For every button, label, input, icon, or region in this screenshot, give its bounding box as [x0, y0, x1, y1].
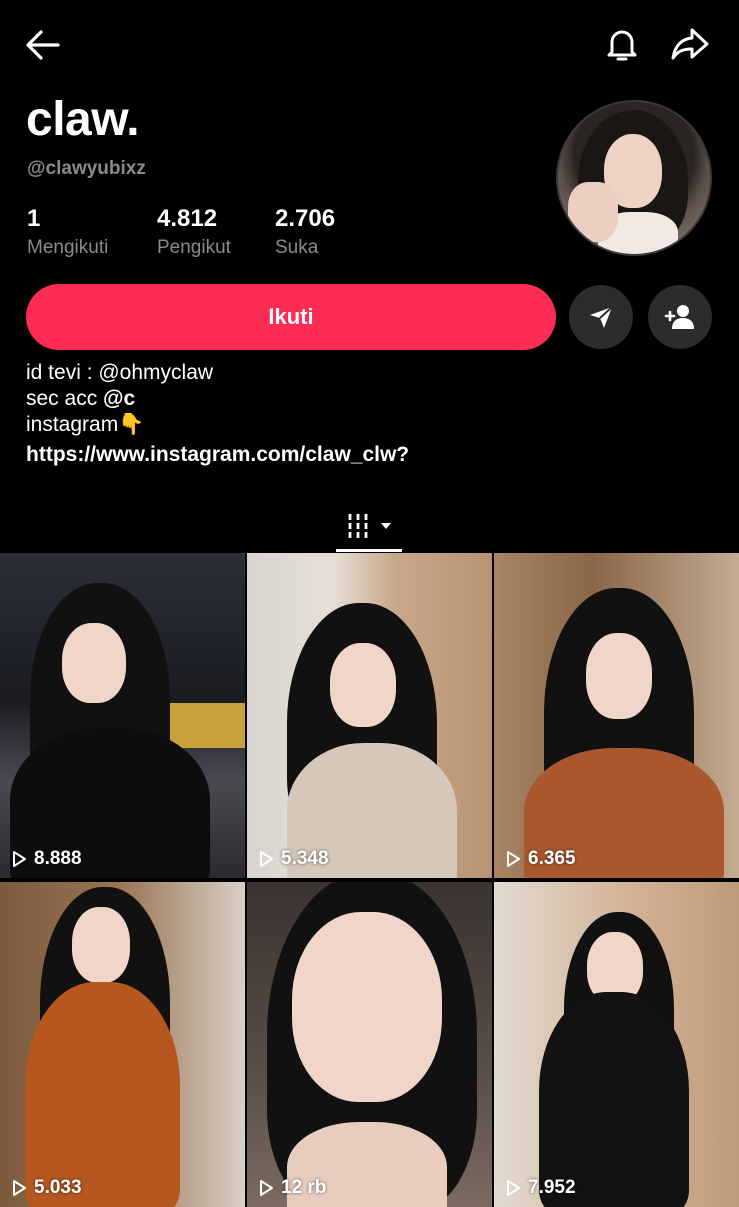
view-count-text: 5.033: [34, 1177, 82, 1198]
message-button[interactable]: [569, 285, 633, 349]
add-friend-button[interactable]: [648, 285, 712, 349]
stat-following[interactable]: 1 Mengikuti: [27, 205, 108, 259]
profile-avatar[interactable]: [556, 100, 712, 256]
view-count-text: 8.888: [34, 848, 82, 869]
follow-button[interactable]: Ikuti: [26, 284, 556, 350]
person-body: [25, 982, 180, 1207]
view-count: 5.348: [257, 848, 329, 870]
person-face: [292, 912, 442, 1102]
avatar-hand: [568, 182, 618, 242]
play-icon: [507, 851, 520, 867]
grid-icon: [348, 514, 368, 538]
video-thumbnail[interactable]: 8.888: [0, 553, 245, 878]
person-face: [62, 623, 126, 703]
play-icon: [260, 851, 273, 867]
view-count-text: 7.952: [528, 1177, 576, 1198]
video-grid: 8.888 5.348 6.365 5.033 12 rb 7.952: [0, 553, 739, 1207]
share-button[interactable]: [668, 22, 712, 66]
person-body: [539, 992, 689, 1207]
likes-count: 2.706: [275, 205, 336, 232]
stat-likes[interactable]: 2.706 Suka: [275, 205, 335, 259]
likes-label: Suka: [275, 237, 319, 258]
following-label: Mengikuti: [27, 237, 109, 258]
share-arrow-icon: [671, 28, 709, 60]
view-count: 12 rb: [257, 1177, 326, 1199]
video-thumbnail[interactable]: 5.348: [247, 553, 492, 878]
bio-line-2: sec acc @c: [26, 386, 409, 412]
view-count: 7.952: [504, 1177, 576, 1199]
caret-down-icon: [381, 523, 391, 529]
bio-mention[interactable]: @c: [103, 387, 135, 410]
view-count-text: 12 rb: [281, 1177, 327, 1198]
bio-line-3-text: instagram: [26, 413, 119, 436]
video-thumbnail[interactable]: 7.952: [494, 882, 739, 1207]
view-count: 8.888: [10, 848, 82, 870]
play-icon: [13, 1180, 26, 1196]
video-thumbnail[interactable]: 12 rb: [247, 882, 492, 1207]
tab-videos[interactable]: [336, 500, 402, 552]
bio-line-2-text: sec acc: [26, 387, 104, 410]
view-count: 6.365: [504, 848, 576, 870]
followers-count: 4.812: [157, 205, 218, 232]
bio-line-1: id tevi : @ohmyclaw: [26, 361, 214, 384]
video-thumbnail[interactable]: 5.033: [0, 882, 245, 1207]
arrow-left-icon: [26, 30, 60, 60]
display-name: claw.: [26, 93, 140, 146]
view-count-text: 5.348: [281, 848, 329, 869]
tab-active-indicator: [336, 549, 402, 552]
add-user-icon: [664, 305, 694, 329]
person-face: [72, 907, 130, 983]
play-icon: [13, 851, 26, 867]
person-face: [330, 643, 396, 727]
play-icon: [507, 1180, 520, 1196]
person-face: [586, 633, 652, 719]
stat-followers[interactable]: 4.812 Pengikut: [157, 205, 231, 259]
following-count: 1: [27, 205, 41, 232]
username: @clawyubixz: [27, 158, 146, 179]
top-bar: [0, 0, 739, 90]
view-count: 5.033: [10, 1177, 82, 1199]
video-thumbnail[interactable]: 6.365: [494, 553, 739, 878]
play-icon: [260, 1180, 273, 1196]
notification-bell-button[interactable]: [600, 22, 644, 66]
bio-line-3: instagram👇: [26, 412, 409, 438]
send-message-icon: [590, 306, 613, 328]
bell-icon: [607, 30, 637, 61]
pointing-down-emoji: 👇: [118, 413, 145, 436]
followers-label: Pengikut: [157, 237, 231, 258]
back-button[interactable]: [22, 24, 64, 66]
view-count-text: 6.365: [528, 848, 576, 869]
bio-link[interactable]: https://www.instagram.com/claw_clw?: [26, 442, 409, 468]
profile-bio: id tevi : @ohmyclaw sec acc @c instagram…: [26, 360, 409, 468]
